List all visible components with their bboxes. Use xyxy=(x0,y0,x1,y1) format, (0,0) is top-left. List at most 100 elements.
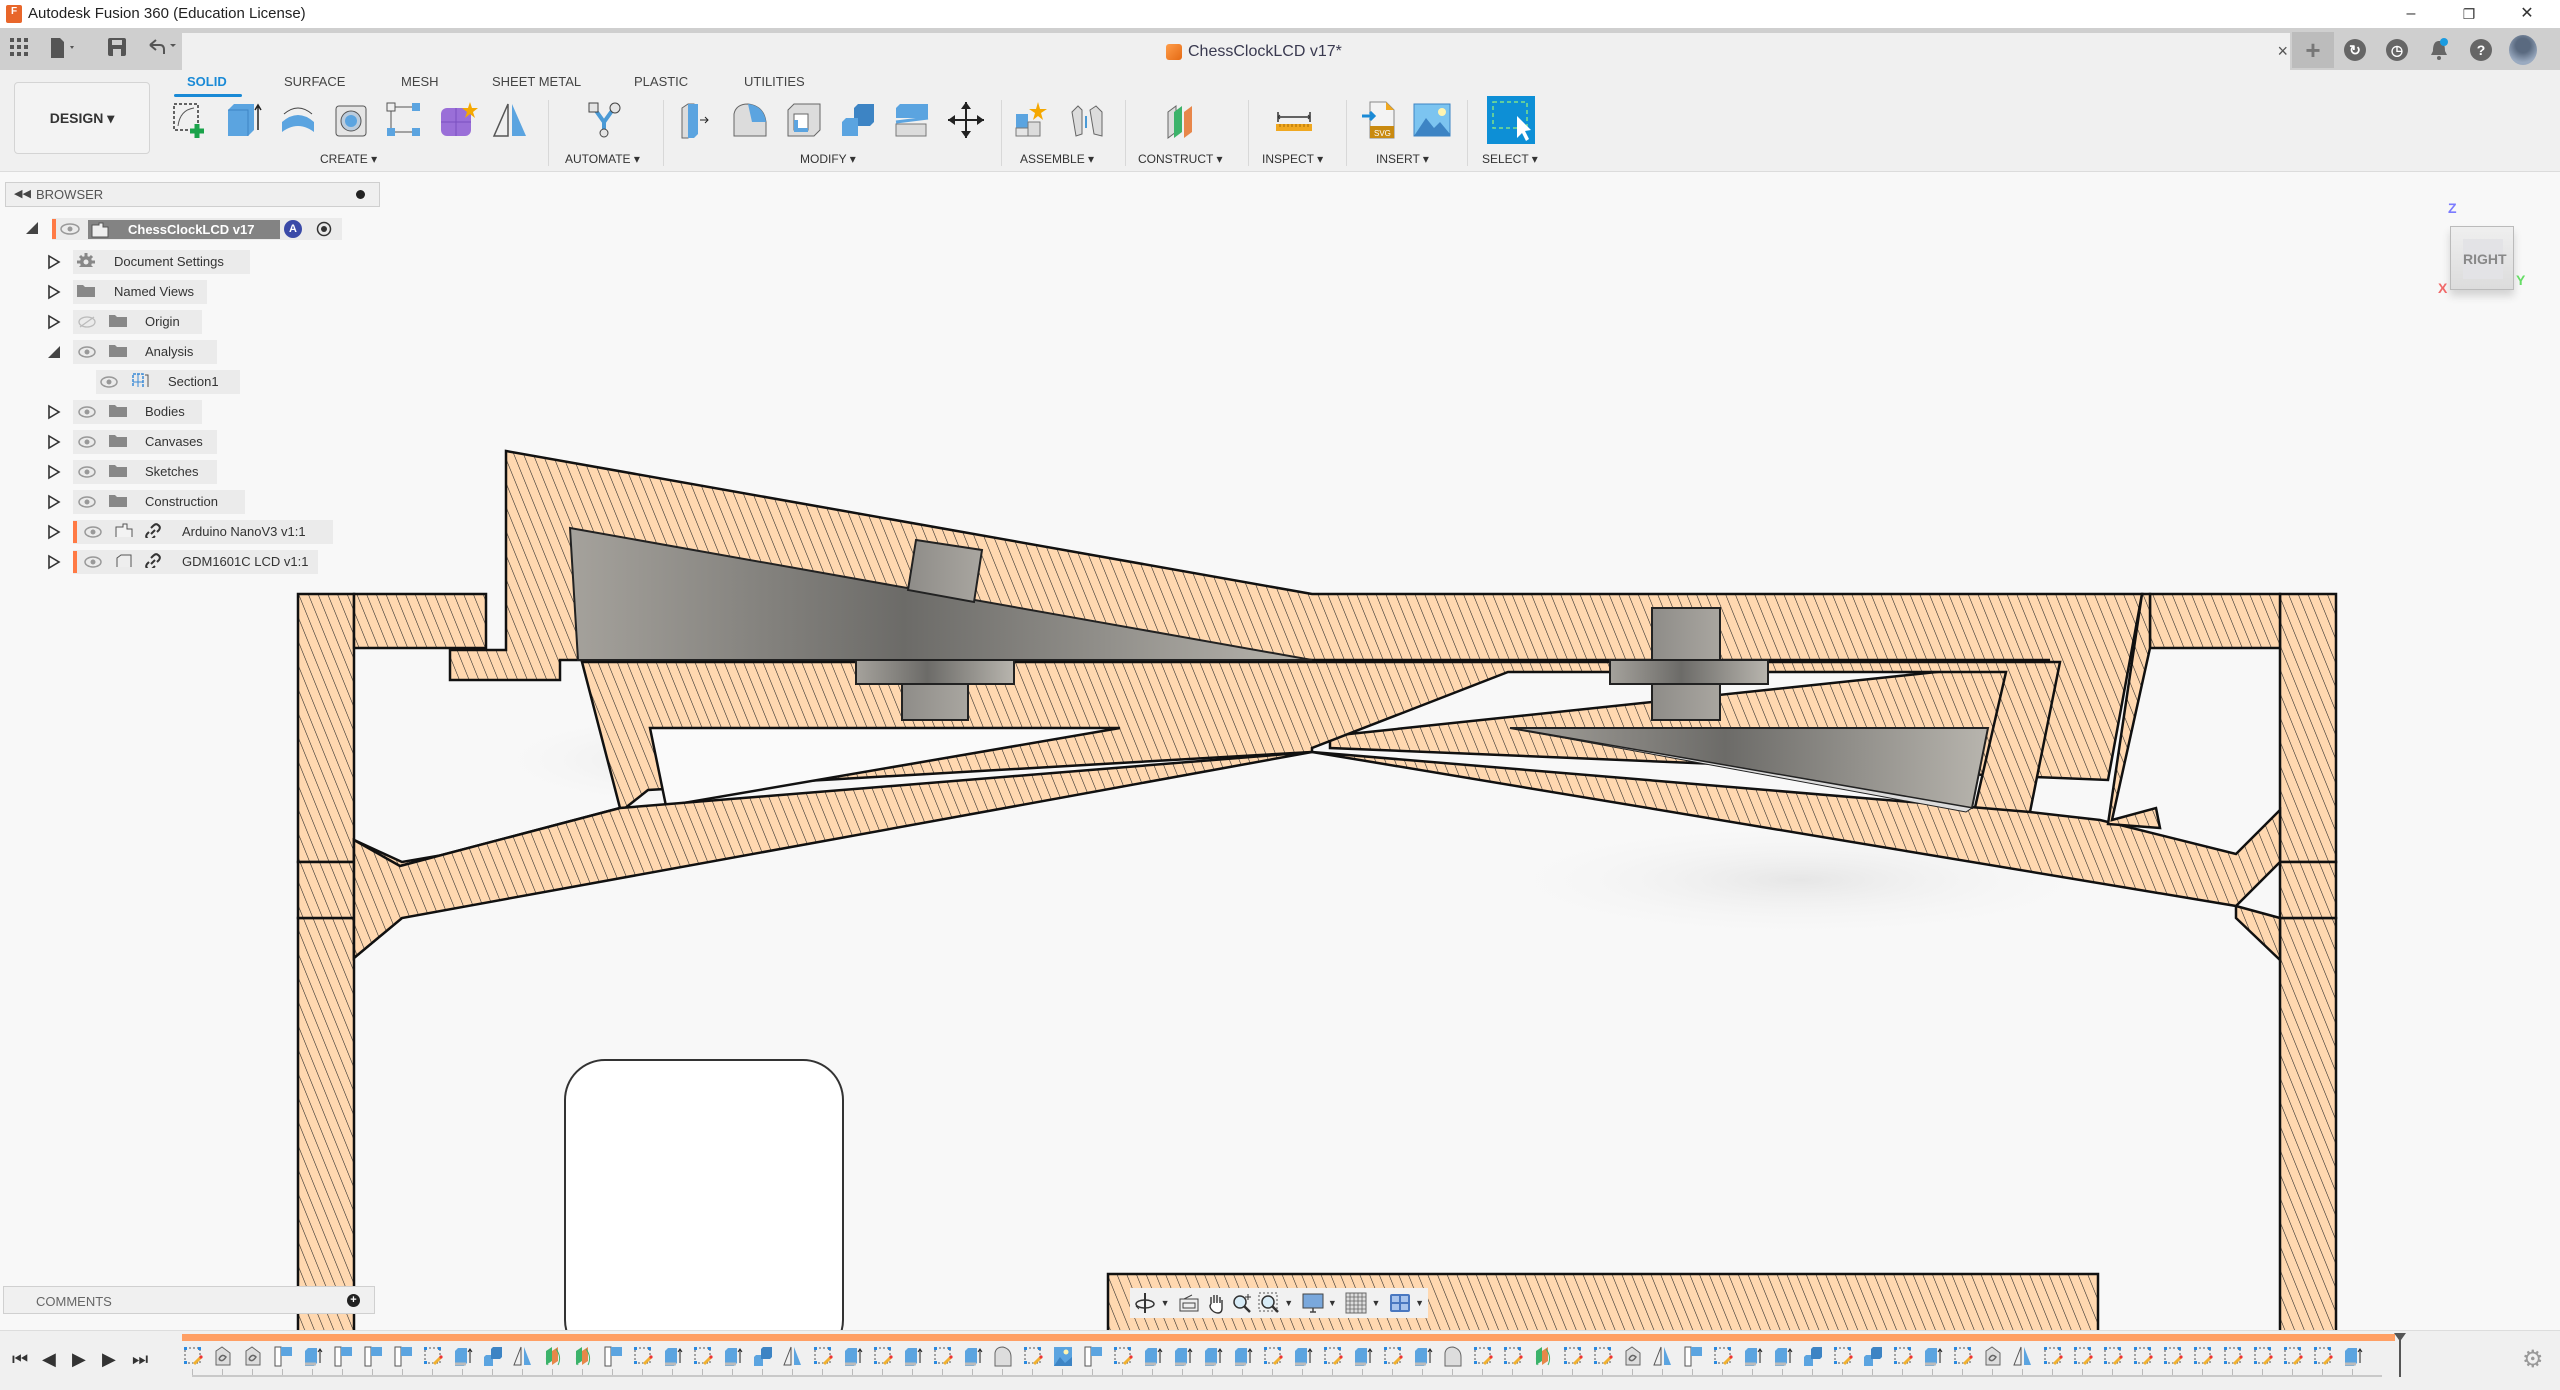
workspace-switcher[interactable]: DESIGN ▾ xyxy=(14,82,150,154)
canvas-feature-icon[interactable] xyxy=(1052,1345,1074,1367)
sketch-feature-icon[interactable] xyxy=(1322,1345,1344,1367)
display-dropdown[interactable]: ▼ xyxy=(1328,1298,1337,1308)
minimize-button[interactable]: – xyxy=(2388,2,2434,26)
comments-panel[interactable]: COMMENTS + xyxy=(3,1286,375,1314)
collapse-triangle-icon[interactable] xyxy=(46,344,62,360)
notifications-button[interactable] xyxy=(2418,32,2460,68)
extrude-feature-icon[interactable] xyxy=(902,1345,924,1367)
tab-utilities[interactable]: UTILITIES xyxy=(744,74,805,89)
orbit-dropdown[interactable]: ▼ xyxy=(1161,1298,1170,1308)
construction-plane-icon[interactable] xyxy=(272,1345,294,1367)
extrude-feature-icon[interactable] xyxy=(452,1345,474,1367)
expand-triangle-icon[interactable] xyxy=(46,404,62,420)
sketch-feature-icon[interactable] xyxy=(872,1345,894,1367)
expand-triangle-icon[interactable] xyxy=(46,314,62,330)
sketch-feature-icon[interactable] xyxy=(1562,1345,1584,1367)
sketch-feature-icon[interactable] xyxy=(1892,1345,1914,1367)
sketch-feature-icon[interactable] xyxy=(1502,1345,1524,1367)
eye-icon[interactable] xyxy=(60,223,80,235)
expand-triangle-icon[interactable] xyxy=(46,494,62,510)
sketch-feature-icon[interactable] xyxy=(2102,1345,2124,1367)
timeline-marker[interactable] xyxy=(2394,1331,2406,1377)
recent-activity-button[interactable]: ◷ xyxy=(2376,32,2418,68)
expand-triangle-icon[interactable] xyxy=(46,464,62,480)
expand-triangle-icon[interactable] xyxy=(46,434,62,450)
create-form-tool[interactable] xyxy=(438,100,478,140)
offset-face-tool[interactable] xyxy=(892,100,932,140)
timeline-last-button[interactable]: ⏭ xyxy=(132,1349,148,1370)
revolve-tool[interactable] xyxy=(278,100,318,140)
eye-icon[interactable] xyxy=(78,466,96,478)
press-pull-tool[interactable] xyxy=(676,100,716,140)
sketch-feature-icon[interactable] xyxy=(2222,1345,2244,1367)
fillet-feature-icon[interactable] xyxy=(1442,1345,1464,1367)
timeline-play-button[interactable]: ▶ xyxy=(72,1349,86,1370)
sketch-feature-icon[interactable] xyxy=(2132,1345,2154,1367)
sketch-feature-icon[interactable] xyxy=(1472,1345,1494,1367)
sketch-feature-icon[interactable] xyxy=(1712,1345,1734,1367)
fillet-feature-icon[interactable] xyxy=(992,1345,1014,1367)
expand-triangle-icon[interactable] xyxy=(46,554,62,570)
timeline-previous-button[interactable]: ◀ xyxy=(42,1349,56,1370)
eye-icon[interactable] xyxy=(78,346,96,358)
inspect-group-label[interactable]: INSPECT ▾ xyxy=(1262,152,1323,166)
sketch-feature-icon[interactable] xyxy=(2282,1345,2304,1367)
eye-hidden-icon[interactable] xyxy=(78,316,96,328)
construction-plane-icon[interactable] xyxy=(1082,1345,1104,1367)
sketch-feature-icon[interactable] xyxy=(1832,1345,1854,1367)
offset-plane-feature-icon[interactable] xyxy=(542,1345,564,1367)
browser-item[interactable]: Analysis xyxy=(0,340,380,364)
extrude-feature-icon[interactable] xyxy=(1772,1345,1794,1367)
extrude-feature-icon[interactable] xyxy=(2342,1345,2364,1367)
automate-group-label[interactable]: AUTOMATE ▾ xyxy=(565,152,640,166)
extrude-feature-icon[interactable] xyxy=(1352,1345,1374,1367)
viewports-button[interactable] xyxy=(1388,1291,1411,1315)
pattern-tool[interactable] xyxy=(384,100,424,140)
sketch-feature-icon[interactable] xyxy=(2072,1345,2094,1367)
measure-tool[interactable] xyxy=(1274,100,1314,140)
timeline-first-button[interactable]: ⏮ xyxy=(12,1349,28,1370)
offset-plane-feature-icon[interactable] xyxy=(1532,1345,1554,1367)
extrude-feature-icon[interactable] xyxy=(1412,1345,1434,1367)
sketch-feature-icon[interactable] xyxy=(632,1345,654,1367)
sketch-feature-icon[interactable] xyxy=(2252,1345,2274,1367)
grid-settings-button[interactable] xyxy=(1345,1291,1368,1315)
orbit-button[interactable] xyxy=(1134,1291,1157,1315)
sketch-feature-icon[interactable] xyxy=(2192,1345,2214,1367)
insert-group-label[interactable]: INSERT ▾ xyxy=(1376,152,1429,166)
viewports-dropdown[interactable]: ▼ xyxy=(1415,1298,1424,1308)
look-at-button[interactable] xyxy=(1178,1291,1201,1315)
timeline-next-button[interactable]: ▶ xyxy=(102,1349,116,1370)
shell-tool[interactable] xyxy=(784,100,824,140)
joint-feature-icon[interactable] xyxy=(212,1345,234,1367)
joint-feature-icon[interactable] xyxy=(1982,1345,2004,1367)
select-group-label[interactable]: SELECT ▾ xyxy=(1482,152,1538,166)
insert-canvas-tool[interactable] xyxy=(1412,100,1452,140)
sketch-feature-icon[interactable] xyxy=(1592,1345,1614,1367)
sketch-feature-icon[interactable] xyxy=(182,1345,204,1367)
combine-feature-icon[interactable] xyxy=(1862,1345,1884,1367)
extrude-feature-icon[interactable] xyxy=(1232,1345,1254,1367)
offset-plane-feature-icon[interactable] xyxy=(572,1345,594,1367)
construction-plane-icon[interactable] xyxy=(1682,1345,1704,1367)
extrude-feature-icon[interactable] xyxy=(962,1345,984,1367)
zoom-button[interactable] xyxy=(1231,1291,1254,1315)
mirror-feature-icon[interactable] xyxy=(512,1345,534,1367)
browser-item[interactable]: Arduino NanoV3 v1:1 xyxy=(0,520,380,544)
tab-surface[interactable]: SURFACE xyxy=(284,74,345,89)
extrude-feature-icon[interactable] xyxy=(1922,1345,1944,1367)
create-group-label[interactable]: CREATE ▾ xyxy=(320,152,377,166)
display-settings-button[interactable] xyxy=(1301,1291,1324,1315)
sketch-feature-icon[interactable] xyxy=(932,1345,954,1367)
hole-tool[interactable] xyxy=(332,100,372,140)
browser-item[interactable]: Origin xyxy=(0,310,380,334)
browser-panel-header[interactable]: ◀◀ BROWSER xyxy=(5,182,380,207)
browser-item[interactable]: Construction xyxy=(0,490,380,514)
save-button[interactable] xyxy=(108,38,126,62)
sketch-feature-icon[interactable] xyxy=(2312,1345,2334,1367)
tab-mesh[interactable]: MESH xyxy=(401,74,439,89)
tab-plastic[interactable]: PLASTIC xyxy=(634,74,688,89)
browser-item[interactable]: GDM1601C LCD v1:1 xyxy=(0,550,380,574)
joint-feature-icon[interactable] xyxy=(1622,1345,1644,1367)
eye-icon[interactable] xyxy=(100,376,118,388)
